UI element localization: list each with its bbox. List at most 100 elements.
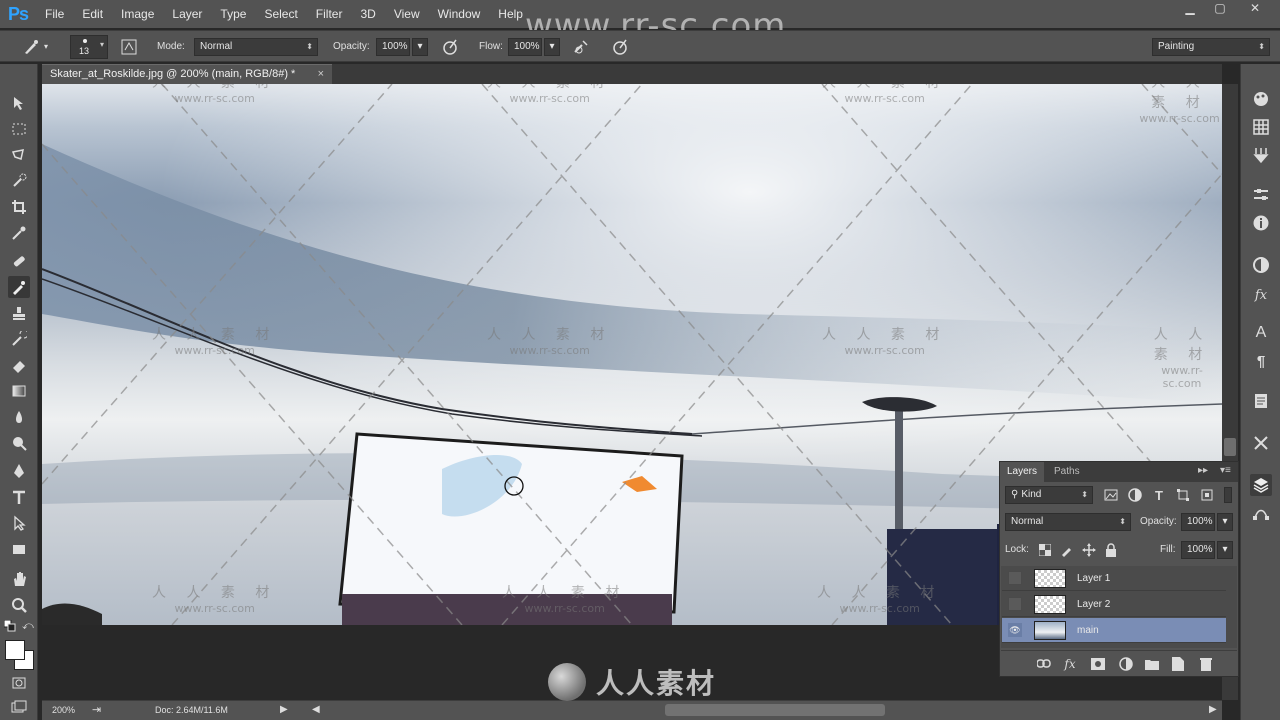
new-adjustment-layer-icon[interactable] <box>1115 653 1137 675</box>
brush-tool-preset-icon[interactable] <box>20 36 42 58</box>
opacity-input[interactable]: 100% <box>376 38 410 56</box>
layer-opacity-dropdown-button[interactable]: ▾ <box>1217 513 1233 531</box>
menu-window[interactable]: Window <box>429 0 490 28</box>
menu-edit[interactable]: Edit <box>73 0 112 28</box>
default-colors-icon[interactable] <box>3 619 16 632</box>
visibility-toggle[interactable] <box>1008 597 1022 611</box>
lock-image-pixels-icon[interactable] <box>1056 539 1078 561</box>
info-panel-icon[interactable] <box>1250 212 1272 234</box>
new-group-folder-icon[interactable] <box>1141 653 1163 675</box>
minimize-button[interactable]: ▁ <box>1175 0 1205 18</box>
filter-type-icon[interactable]: T <box>1148 484 1170 506</box>
flow-dropdown-button[interactable]: ▾ <box>544 38 560 56</box>
adjustments-sliders-icon[interactable] <box>1250 184 1272 206</box>
flow-input[interactable]: 100% <box>508 38 542 56</box>
blur-tool-icon[interactable] <box>8 406 30 428</box>
character-panel-icon[interactable]: A <box>1250 322 1272 344</box>
eye-icon[interactable]: 👁 <box>1008 623 1022 637</box>
status-menu-arrow-icon[interactable]: ▶ <box>280 704 288 715</box>
new-layer-icon[interactable] <box>1167 653 1189 675</box>
healing-brush-tool-icon[interactable] <box>8 250 30 272</box>
add-mask-icon[interactable] <box>1087 653 1109 675</box>
menu-select[interactable]: Select <box>255 0 306 28</box>
move-tool-icon[interactable] <box>8 92 30 114</box>
opacity-dropdown-button[interactable]: ▾ <box>412 38 428 56</box>
rectangle-tool-icon[interactable] <box>8 538 30 560</box>
menu-filter[interactable]: Filter <box>307 0 352 28</box>
menu-image[interactable]: Image <box>112 0 163 28</box>
fill-input[interactable]: 100% <box>1181 541 1215 559</box>
swatches-panel-icon[interactable] <box>1250 116 1272 138</box>
airbrush-icon[interactable] <box>570 36 592 58</box>
filter-kind-select[interactable]: ⚲ Kind ⬍ <box>1005 486 1093 504</box>
brush-size-picker[interactable]: 13 ▾ <box>70 35 108 59</box>
foreground-color-swatch[interactable] <box>5 640 25 660</box>
notes-panel-icon[interactable] <box>1250 390 1272 412</box>
crop-tool-icon[interactable] <box>8 196 30 218</box>
lock-transparent-pixels-icon[interactable] <box>1034 539 1056 561</box>
tab-layers[interactable]: Layers <box>1000 462 1045 482</box>
filter-smart-object-icon[interactable] <box>1196 484 1218 506</box>
layer-opacity-input[interactable]: 100% <box>1181 513 1215 531</box>
pressure-size-icon[interactable] <box>609 36 631 58</box>
lasso-tool-icon[interactable] <box>8 144 30 166</box>
screen-mode-icon[interactable] <box>8 696 30 718</box>
panel-menu-icon[interactable]: ▾≡ <box>1220 465 1231 476</box>
menu-view[interactable]: View <box>385 0 429 28</box>
filter-adjustment-icon[interactable] <box>1124 484 1146 506</box>
layer-style-fx-icon[interactable]: fx <box>1059 653 1081 675</box>
pressure-opacity-icon[interactable] <box>439 36 461 58</box>
mode-select[interactable]: Normal ⬍ <box>194 38 318 56</box>
pen-tool-icon[interactable] <box>8 460 30 482</box>
close-tab-icon[interactable]: × <box>318 65 324 84</box>
tab-paths[interactable]: Paths <box>1047 462 1087 482</box>
tool-presets-icon[interactable] <box>1250 432 1272 454</box>
hand-tool-icon[interactable] <box>8 568 30 590</box>
styles-fx-icon[interactable]: fx <box>1250 284 1272 306</box>
lock-position-icon[interactable] <box>1078 539 1100 561</box>
collapse-panel-icon[interactable]: ▸▸ <box>1198 465 1208 476</box>
layers-panel-icon[interactable] <box>1250 474 1272 496</box>
brush-panel-toggle-icon[interactable] <box>118 36 140 58</box>
filter-toggle-switch[interactable] <box>1224 487 1232 503</box>
brush-tool-icon[interactable] <box>8 276 30 298</box>
quick-mask-icon[interactable] <box>8 672 30 694</box>
link-layers-icon[interactable] <box>1033 653 1055 675</box>
type-tool-icon[interactable] <box>8 486 30 508</box>
path-selection-tool-icon[interactable] <box>8 512 30 534</box>
menu-3d[interactable]: 3D <box>351 0 384 28</box>
dodge-tool-icon[interactable] <box>8 432 30 454</box>
menu-layer[interactable]: Layer <box>163 0 211 28</box>
fill-dropdown-button[interactable]: ▾ <box>1217 541 1233 559</box>
color-panel-icon[interactable] <box>1250 88 1272 110</box>
layer-row[interactable]: 👁 main <box>1002 618 1226 643</box>
marquee-tool-icon[interactable] <box>8 118 30 140</box>
horizontal-scroll-thumb[interactable] <box>665 704 885 716</box>
menu-file[interactable]: File <box>36 0 73 28</box>
workspace-select[interactable]: Painting ⬍ <box>1152 38 1270 56</box>
delete-layer-trash-icon[interactable] <box>1195 653 1217 675</box>
document-tab[interactable]: Skater_at_Roskilde.jpg @ 200% (main, RGB… <box>42 64 332 84</box>
zoom-level[interactable]: 200% <box>52 705 75 715</box>
menu-type[interactable]: Type <box>211 0 255 28</box>
scroll-right-arrow-icon[interactable]: ▶ <box>1209 704 1217 715</box>
restore-button[interactable]: ▢ <box>1205 0 1235 18</box>
preset-dropdown-arrow-icon[interactable]: ▾ <box>44 31 48 63</box>
brush-presets-panel-icon[interactable] <box>1250 144 1272 166</box>
quick-selection-tool-icon[interactable] <box>8 170 30 192</box>
lock-all-icon[interactable] <box>1100 539 1122 561</box>
swap-colors-icon[interactable]: ⤺ <box>22 620 34 633</box>
layer-row[interactable]: Layer 2 <box>1002 592 1226 617</box>
paths-panel-icon[interactable] <box>1250 502 1272 524</box>
blend-mode-select[interactable]: Normal ⬍ <box>1005 513 1131 531</box>
clone-stamp-tool-icon[interactable] <box>8 302 30 324</box>
scroll-left-arrow-icon[interactable]: ◀ <box>312 704 320 715</box>
eraser-tool-icon[interactable] <box>8 354 30 376</box>
adjustments-panel-icon[interactable] <box>1250 254 1272 276</box>
layer-row[interactable]: Layer 1 <box>1002 566 1226 591</box>
export-icon[interactable]: ⇥ <box>92 703 101 716</box>
zoom-tool-icon[interactable] <box>8 594 30 616</box>
filter-shape-icon[interactable] <box>1172 484 1194 506</box>
filter-pixel-icon[interactable] <box>1100 484 1122 506</box>
vertical-scroll-thumb[interactable] <box>1224 438 1236 456</box>
